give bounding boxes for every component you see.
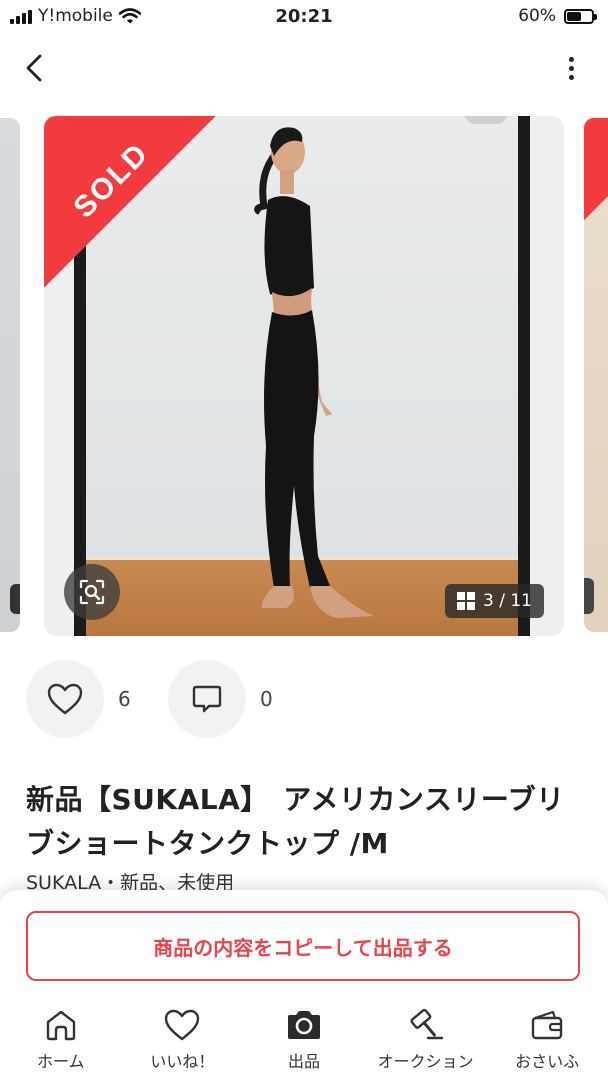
zoom-scan-icon: [79, 579, 105, 605]
wallet-icon: [531, 1010, 563, 1040]
home-icon: [46, 1010, 75, 1041]
product-title: 新品【SUKALA】 アメリカンスリーブリブショートタンクトップ /M: [26, 783, 565, 860]
main-product-image[interactable]: SOLD 3 / 11: [44, 116, 564, 636]
image-carousel[interactable]: SOLD 3 / 11: [0, 116, 608, 636]
camera-icon: [287, 1011, 320, 1039]
tab-sell[interactable]: 出品: [244, 1008, 364, 1080]
tab-auction-label: オークション: [377, 1052, 474, 1071]
status-right: 60%: [518, 6, 597, 26]
tab-auction[interactable]: オークション: [366, 1008, 486, 1080]
tab-wallet-label: おさいふ: [515, 1052, 580, 1071]
status-bar: Y!mobile 20:21 60%: [0, 0, 608, 34]
image-counter-text: 3 / 11: [483, 591, 532, 611]
like-count: 6: [118, 687, 131, 711]
copy-and-list-button[interactable]: 商品の内容をコピーして出品する: [26, 911, 580, 981]
comment-count: 0: [260, 687, 273, 711]
tab-home[interactable]: ホーム: [1, 1008, 121, 1080]
image-zoom-button[interactable]: [64, 564, 120, 620]
action-row: 6 0: [26, 660, 294, 738]
more-options-button[interactable]: [562, 52, 580, 84]
previous-image-peek[interactable]: [0, 118, 20, 632]
tab-wallet[interactable]: おさいふ: [487, 1008, 607, 1080]
top-nav: [0, 40, 608, 96]
comment-icon: [192, 685, 222, 713]
grid-icon: [457, 592, 476, 610]
like-button[interactable]: [26, 660, 104, 738]
battery-percent: 60%: [518, 6, 556, 26]
tab-sell-label: 出品: [287, 1052, 320, 1071]
next-image-peek[interactable]: [584, 118, 608, 632]
tab-home-label: ホーム: [37, 1052, 85, 1071]
tab-bar: ホーム いいね！ 出品 オークション おさいふ: [0, 1008, 608, 1080]
battery-icon: [564, 8, 597, 24]
gavel-icon: [409, 1008, 443, 1040]
heart-icon: [47, 683, 83, 715]
tab-likes-label: いいね！: [150, 1052, 215, 1071]
tab-likes[interactable]: いいね！: [122, 1008, 242, 1080]
image-border-right: [518, 116, 530, 636]
more-vertical-icon: [568, 56, 574, 62]
comment-button[interactable]: [168, 660, 246, 738]
image-counter[interactable]: 3 / 11: [445, 584, 544, 618]
chevron-left-icon: [26, 54, 42, 82]
back-button[interactable]: [16, 48, 52, 88]
bottom-sheet: 商品の内容をコピーして出品する ホーム いいね！ 出品 オークション おさいふ: [0, 890, 608, 1080]
heart-icon: [165, 1009, 200, 1041]
status-time: 20:21: [275, 6, 333, 27]
